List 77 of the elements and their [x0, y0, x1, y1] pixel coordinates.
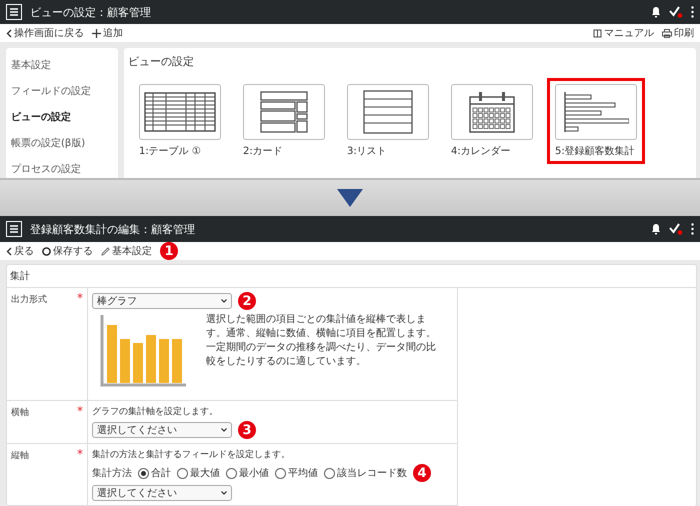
select-field[interactable]: 棒グラフ: [92, 293, 232, 309]
radio-option[interactable]: 平均値: [275, 466, 318, 480]
view-tile[interactable]: [243, 84, 325, 140]
list-icon: [363, 90, 413, 134]
view-tile[interactable]: [451, 84, 533, 140]
radio-option[interactable]: 最大値: [177, 466, 220, 480]
view-label: 1:テーブル ①: [139, 144, 202, 158]
radio-option[interactable]: 該当レコード数: [324, 466, 407, 480]
hint-text: グラフの集計軸を設定します。: [92, 406, 219, 418]
save-button[interactable]: 保存する: [42, 244, 93, 258]
caret-icon: [221, 428, 227, 432]
sidebar-item[interactable]: 基本設定: [6, 52, 118, 78]
table-icon: [144, 92, 216, 132]
panel-title: ビューの設定: [128, 54, 195, 69]
caret-icon: [221, 491, 227, 495]
view-tile[interactable]: [347, 84, 429, 140]
horizontal-bar-chart-icon: [563, 91, 629, 133]
view-tile[interactable]: [555, 84, 637, 140]
radio-button[interactable]: [138, 468, 149, 478]
description-text: 選択した範囲の項目ごとの集計値を縦棒で表します。通常、縦軸に数値、横軸に項目を配置します。一定期間のデータの推移を調べたり、データ間の比較をしたりするのに適しています。: [206, 313, 436, 369]
callout-badge: 2: [238, 292, 256, 310]
window-title: ビューの設定：顧客管理: [30, 4, 152, 20]
method-label: 集計方法: [92, 466, 132, 480]
select-field[interactable]: 選択してください: [92, 485, 232, 501]
sidebar-item[interactable]: フィールドの設定: [6, 78, 118, 104]
callout-badge: 1: [160, 242, 178, 260]
pencil-icon: [101, 246, 110, 256]
checkmark-icon[interactable]: [669, 223, 683, 235]
chevron-left-icon: [6, 28, 12, 38]
print-button[interactable]: 印刷: [662, 26, 694, 40]
callout-badge: 4: [413, 464, 431, 482]
sidebar-item[interactable]: 帳票の設定(β版): [6, 130, 118, 156]
add-button[interactable]: 追加: [92, 26, 123, 40]
caret-icon: [221, 299, 227, 303]
radio-button[interactable]: [177, 468, 188, 478]
radio-option[interactable]: 合計: [138, 466, 171, 480]
book-icon: [593, 28, 602, 38]
view-label: 5:登録顧客数集計: [555, 144, 636, 158]
required-mark: *: [77, 449, 83, 459]
field-label: 横軸: [11, 406, 29, 419]
chevron-left-icon: [6, 246, 12, 256]
plus-icon: [92, 28, 101, 38]
field-label: 出力形式: [11, 294, 47, 306]
more-icon[interactable]: [691, 223, 694, 235]
down-arrow-icon: [337, 189, 363, 207]
radio-button[interactable]: [324, 468, 335, 478]
callout-badge: 3: [238, 421, 256, 439]
printer-icon: [662, 28, 672, 38]
menu-icon[interactable]: [6, 4, 22, 20]
radio-button[interactable]: [226, 468, 237, 478]
radio-button[interactable]: [275, 468, 286, 478]
radio-option[interactable]: 最小値: [226, 466, 269, 480]
card-layout-icon: [260, 91, 308, 133]
circle-icon: [42, 246, 51, 256]
back-link[interactable]: 操作画面に戻る: [6, 26, 84, 40]
section-title: 集計: [7, 265, 696, 288]
menu-icon[interactable]: [6, 221, 22, 237]
required-mark: *: [77, 293, 83, 303]
view-tile[interactable]: [139, 84, 221, 140]
view-label: 3:リスト: [347, 145, 388, 158]
bell-icon[interactable]: [651, 224, 661, 234]
sidebar-item[interactable]: プロセスの設定: [6, 156, 118, 178]
back-link[interactable]: 戻る: [6, 244, 34, 258]
calendar-icon: [469, 91, 515, 133]
sidebar-item[interactable]: ビューの設定: [6, 104, 118, 130]
more-icon[interactable]: [691, 6, 694, 18]
view-label: 4:カレンダー: [451, 145, 512, 158]
field-label: 縦軸: [11, 450, 29, 462]
checkmark-icon[interactable]: [669, 6, 683, 18]
settings-link[interactable]: 基本設定: [101, 244, 152, 258]
view-label: 2:カード: [243, 145, 284, 158]
select-field[interactable]: 選択してください: [92, 422, 232, 438]
window-title: 登録顧客数集計の編集：顧客管理: [30, 222, 196, 236]
bell-icon[interactable]: [651, 6, 661, 18]
manual-link[interactable]: マニュアル: [593, 26, 654, 40]
hint-text: 集計の方法と集計するフィールドを設定します。: [92, 448, 291, 461]
required-mark: *: [77, 406, 83, 416]
